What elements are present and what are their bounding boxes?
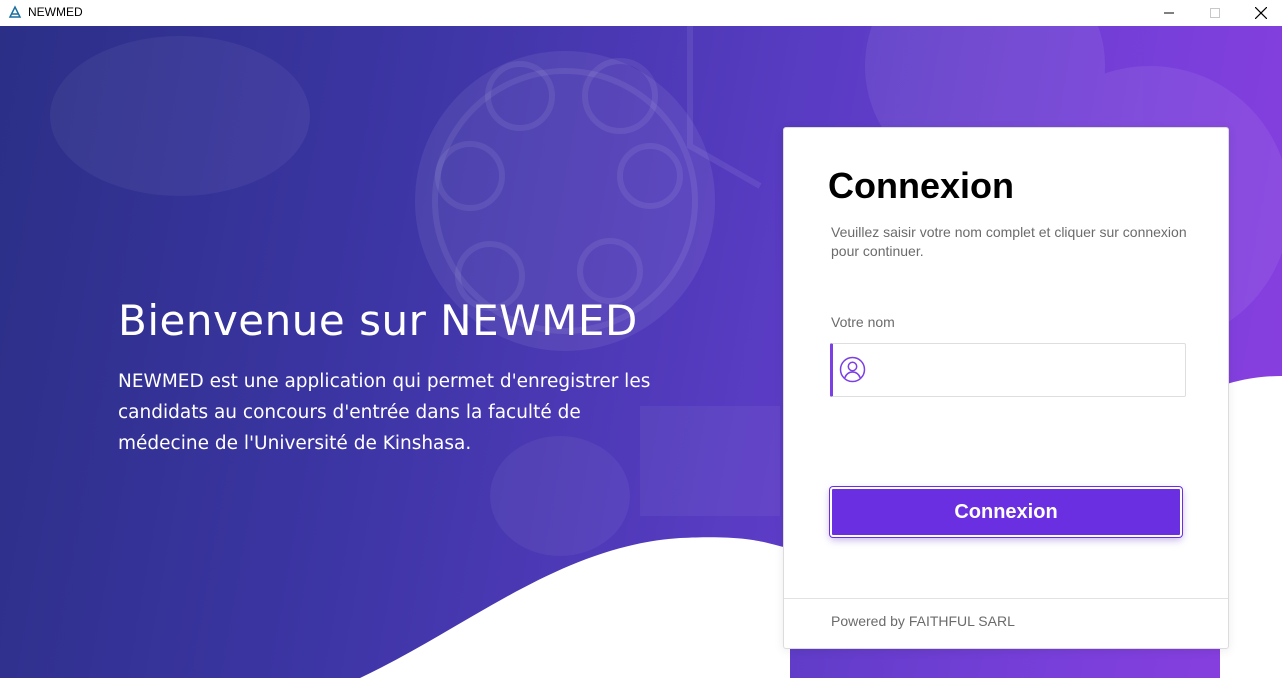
close-icon [1255,7,1267,19]
hero-description: NEWMED est une application qui permet d'… [118,371,651,454]
window-titlebar: NEWMED [0,0,1282,26]
powered-by-footer: Powered by FAITHFUL SARL [831,613,1015,629]
close-button[interactable] [1238,0,1282,26]
minimize-button[interactable] [1146,0,1192,26]
login-title: Connexion [828,165,1014,206]
minimize-icon [1164,12,1174,14]
name-label: Votre nom [831,314,895,330]
hero-title: Bienvenue sur NEWMED [118,296,638,345]
name-input[interactable] [873,344,1182,396]
maximize-icon [1210,8,1220,18]
connect-button[interactable]: Connexion [830,487,1182,537]
login-subtitle: Veuillez saisir votre nom complet et cli… [831,224,1187,259]
login-card: Connexion Veuillez saisir votre nom comp… [783,127,1229,649]
name-field[interactable] [830,343,1186,397]
window-title: NEWMED [28,5,83,19]
maximize-button[interactable] [1192,0,1238,26]
app-logo-icon [8,5,22,19]
user-circle-icon [839,356,866,383]
card-divider [784,598,1228,599]
